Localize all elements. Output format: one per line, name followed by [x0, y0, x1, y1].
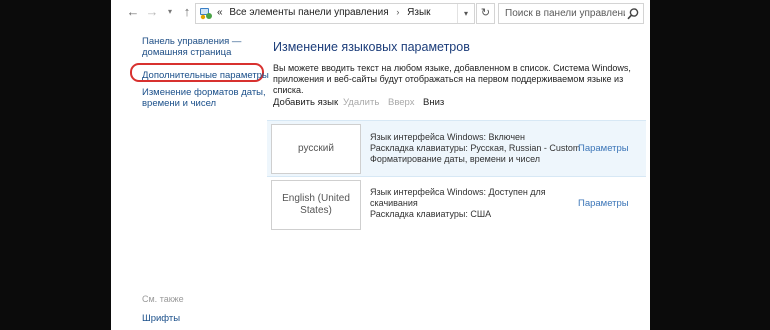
- sidebar-fonts-link[interactable]: Шрифты: [142, 313, 180, 324]
- sidebar-home-line1: Панель управления —: [142, 36, 242, 47]
- sidebar-home-line2: домашняя страница: [142, 47, 232, 58]
- search-icon[interactable]: [626, 7, 640, 21]
- breadcrumb-all-items[interactable]: Все элементы панели управления: [229, 7, 388, 18]
- breadcrumb: « Все элементы панели управления › Язык: [217, 7, 431, 18]
- address-bar-row: ← → ▾ ↑ « Все элементы панели управления…: [111, 0, 650, 26]
- language-info-line1: Язык интерфейса Windows: Доступен для: [370, 187, 546, 197]
- control-panel-icon: [200, 8, 212, 20]
- breadcrumb-overflow[interactable]: «: [217, 7, 223, 18]
- language-info-line1: Язык интерфейса Windows: Включен: [370, 132, 526, 142]
- move-down-button[interactable]: Вниз: [423, 97, 444, 108]
- up-arrow-icon[interactable]: ↑: [179, 4, 195, 20]
- add-language-button[interactable]: Добавить язык: [273, 97, 338, 108]
- address-dropdown-chevron-icon[interactable]: ▾: [457, 4, 474, 23]
- language-info-line3: Раскладка клавиатуры: США: [370, 209, 492, 219]
- search-input[interactable]: [499, 4, 625, 23]
- language-name: русский: [298, 143, 334, 154]
- sidebar-advanced-settings-link[interactable]: Дополнительные параметры: [142, 70, 269, 81]
- language-info-line2: скачивания: [370, 198, 418, 208]
- screen-bezel-right: [650, 0, 770, 330]
- forward-arrow-icon[interactable]: →: [144, 4, 160, 20]
- address-bar[interactable]: « Все элементы панели управления › Язык …: [195, 3, 475, 24]
- language-info: Язык интерфейса Windows: Включен Расклад…: [370, 132, 580, 165]
- language-name-line1: English (United: [282, 193, 350, 204]
- breadcrumb-language[interactable]: Язык: [407, 7, 430, 18]
- description-line1: Вы можете вводить текст на любом языке, …: [273, 63, 631, 73]
- control-panel-window: ← → ▾ ↑ « Все элементы панели управления…: [111, 0, 650, 330]
- sidebar-see-also-heading: См. также: [142, 294, 184, 304]
- search-box[interactable]: [498, 3, 644, 24]
- language-info-line2: Раскладка клавиатуры: Русская, Russian -…: [370, 143, 581, 153]
- page-description: Вы можете вводить текст на любом языке, …: [273, 63, 643, 96]
- move-up-button[interactable]: Вверх: [388, 97, 415, 108]
- language-tile[interactable]: русский: [271, 124, 361, 174]
- page-title: Изменение языковых параметров: [273, 40, 470, 54]
- recent-locations-chevron-icon[interactable]: ▾: [162, 4, 178, 20]
- language-tile[interactable]: English (United States): [271, 180, 361, 230]
- back-arrow-icon[interactable]: ←: [125, 4, 141, 20]
- remove-language-button[interactable]: Удалить: [343, 97, 379, 108]
- language-info: Язык интерфейса Windows: Доступен для ск…: [370, 187, 546, 220]
- language-row-english[interactable]: English (United States) Язык интерфейса …: [267, 177, 646, 232]
- sidebar-change-formats-link[interactable]: Изменение форматов даты, времени и чисел: [142, 87, 266, 109]
- language-info-line3: Форматирование даты, времени и чисел: [370, 154, 541, 164]
- language-name-line2: States): [300, 205, 332, 216]
- description-line2: приложения и веб-сайты будут отображатьс…: [273, 74, 624, 95]
- language-options-link[interactable]: Параметры: [578, 198, 629, 209]
- sidebar-home-link[interactable]: Панель управления — домашняя страница: [142, 36, 241, 58]
- sidebar-formats-line1: Изменение форматов даты,: [142, 87, 266, 98]
- language-options-link[interactable]: Параметры: [578, 143, 629, 154]
- sidebar-formats-line2: времени и чисел: [142, 98, 217, 109]
- language-row-russian[interactable]: русский Язык интерфейса Windows: Включен…: [267, 120, 646, 177]
- breadcrumb-separator-icon[interactable]: ›: [396, 7, 399, 17]
- screen-bezel-left: [0, 0, 111, 330]
- refresh-button[interactable]: ↻: [476, 3, 495, 24]
